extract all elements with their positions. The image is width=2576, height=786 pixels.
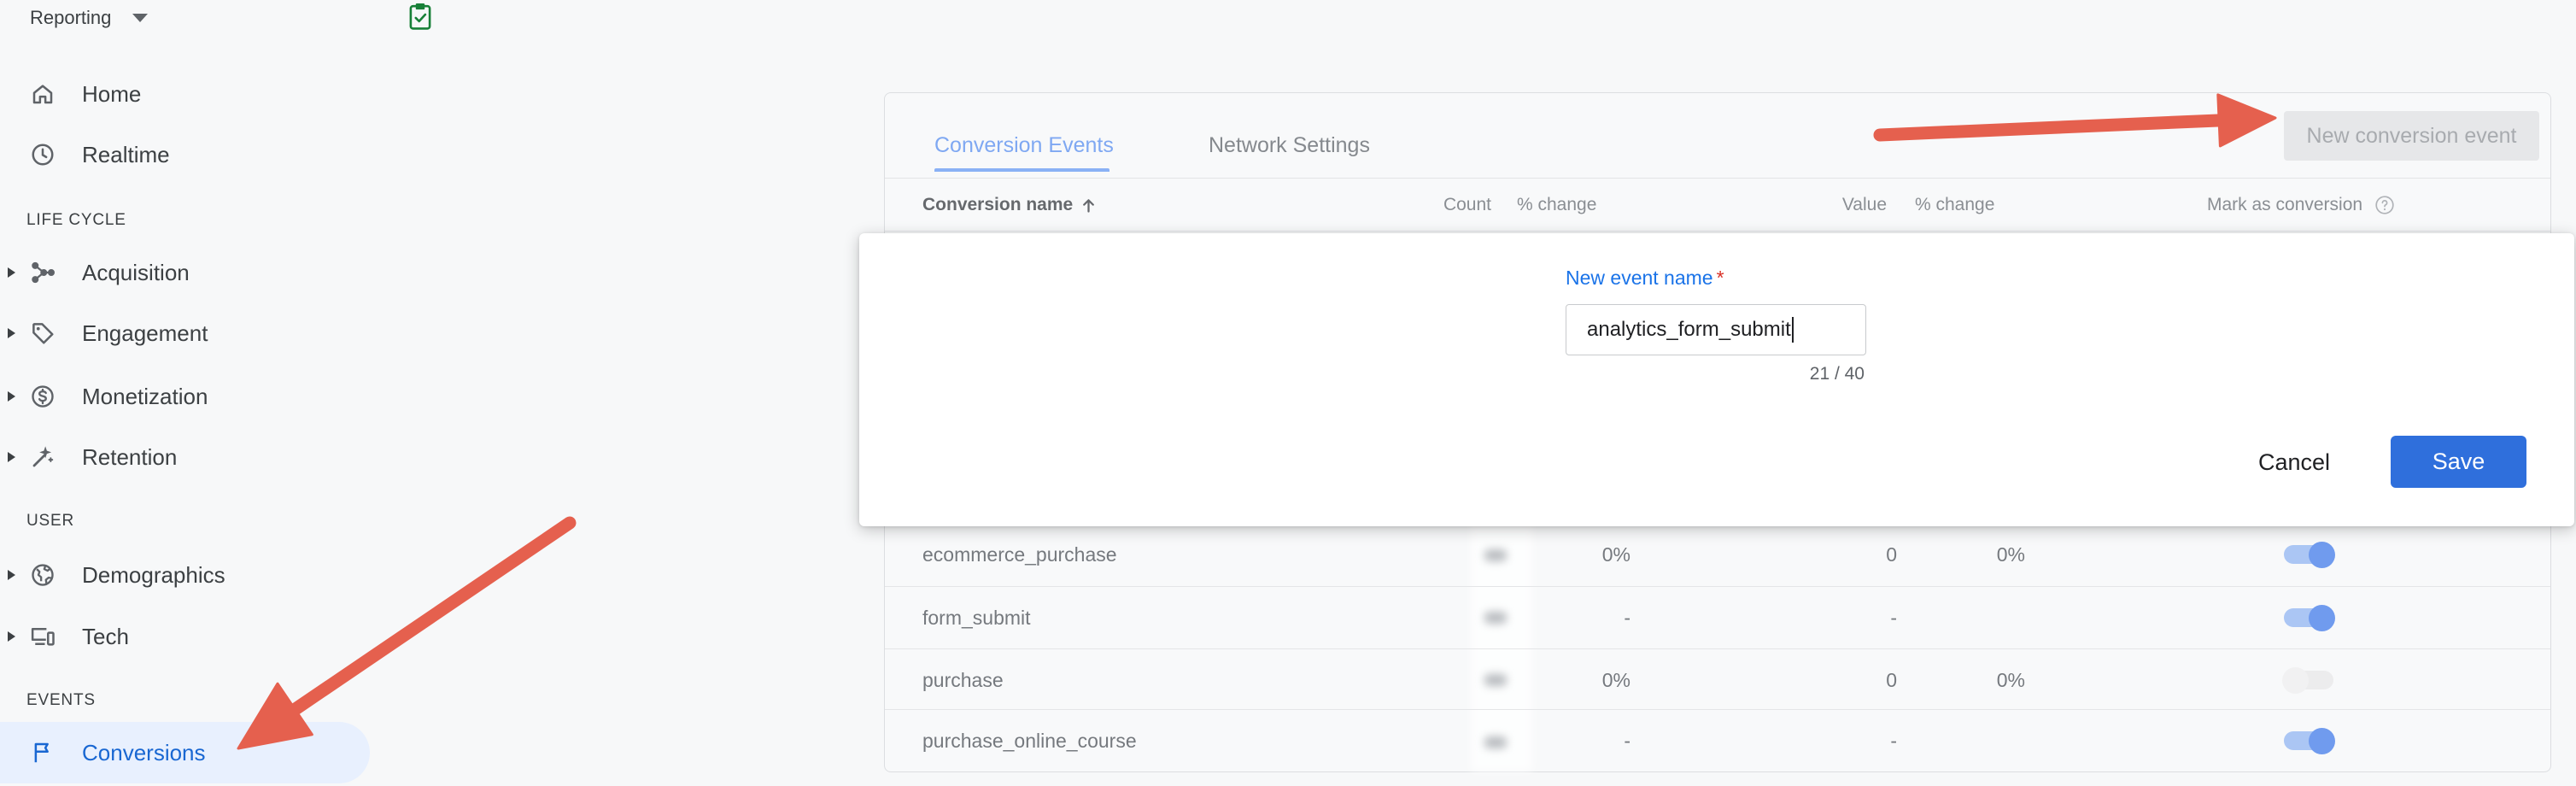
sidebar-item-label: Monetization [82, 384, 208, 409]
caret-right-icon[interactable] [8, 391, 15, 402]
event-name-label: New event name * [1566, 266, 1724, 290]
section-title-user: USER [26, 512, 74, 530]
new-conversion-event-button[interactable]: New conversion event [2284, 111, 2539, 161]
table-row: purchase 0% 0 0% [885, 648, 2550, 711]
sidebar-item-label: Home [82, 81, 142, 107]
conversion-name: form_submit [922, 607, 1031, 629]
column-header-count-change[interactable]: % change [1517, 194, 1596, 216]
sidebar-item-engagement[interactable]: Engagement [0, 302, 370, 364]
sidebar-item-realtime[interactable]: Realtime [0, 124, 370, 185]
section-title-life-cycle: LIFE CYCLE [26, 211, 126, 229]
count-change: 0% [1601, 669, 1630, 691]
tab-conversion-events[interactable]: Conversion Events [934, 131, 1114, 160]
help-circle-icon[interactable] [2374, 195, 2395, 215]
cancel-button[interactable]: Cancel [2243, 437, 2345, 488]
toggle-thumb [2309, 604, 2335, 631]
caret-right-icon[interactable] [8, 631, 15, 642]
caret-right-icon[interactable] [8, 452, 15, 462]
mark-as-conversion-toggle[interactable] [2282, 666, 2333, 694]
sidebar-item-label: Tech [82, 624, 129, 649]
sidebar-item-retention[interactable]: Retention [0, 426, 370, 488]
caret-right-icon[interactable] [8, 570, 15, 580]
home-icon [30, 81, 56, 107]
clock-icon [30, 142, 56, 167]
character-counter: 21 / 40 [1809, 364, 1865, 384]
flag-icon [30, 740, 56, 765]
toggle-thumb [2282, 666, 2309, 694]
count-change: - [1624, 730, 1630, 752]
globe-icon [30, 562, 56, 588]
count-change: 0% [1601, 543, 1630, 566]
sidebar-item-label: Realtime [82, 142, 170, 167]
value-change [1931, 587, 2025, 649]
toggle-thumb [2309, 727, 2335, 754]
arrow-upward-icon[interactable] [1080, 196, 1098, 214]
column-header-value-change[interactable]: % change [1915, 194, 1994, 216]
sidebar-item-label: Demographics [82, 562, 225, 588]
value: 0 [1886, 543, 1897, 566]
value-change [1931, 710, 2025, 772]
wand-icon [30, 444, 56, 470]
sidebar-item-acquisition[interactable]: Acquisition [0, 242, 370, 303]
acquisition-icon [30, 260, 56, 285]
table-row: ecommerce_purchase 0% 0 0% [885, 524, 2550, 586]
mark-as-conversion-toggle[interactable] [2284, 727, 2335, 754]
devices-icon [30, 624, 56, 649]
event-name-input[interactable]: analytics_form_submit [1566, 304, 1866, 355]
value-change: 0% [1996, 669, 2025, 691]
event-name-label-text: New event name [1566, 267, 1713, 289]
sidebar-item-tech[interactable]: Tech [0, 606, 370, 667]
toggle-thumb [2309, 541, 2335, 568]
conversion-name: purchase [922, 669, 1004, 691]
required-mark: * [1716, 267, 1724, 289]
tab-divider [885, 178, 2550, 179]
sidebar-item-label: Engagement [82, 320, 208, 346]
caret-right-icon[interactable] [8, 328, 15, 338]
mark-as-conversion-toggle[interactable] [2284, 541, 2335, 568]
sidebar: Home Realtime LIFE CYCLE Acquisition Eng… [0, 0, 376, 786]
column-header-value[interactable]: Value [1793, 194, 1887, 216]
clipboard-check-icon[interactable] [407, 2, 434, 31]
column-header-count[interactable]: Count [1397, 194, 1491, 216]
conversion-name: ecommerce_purchase [922, 543, 1117, 566]
sidebar-item-label: Retention [82, 444, 178, 470]
value: - [1890, 730, 1897, 752]
event-name-value: analytics_form_submit [1587, 318, 1791, 341]
count-change: - [1624, 607, 1630, 629]
tab-network-settings[interactable]: Network Settings [1209, 131, 1370, 160]
save-button[interactable]: Save [2391, 436, 2526, 488]
mark-as-conversion-toggle[interactable] [2284, 604, 2335, 631]
column-header-label: Conversion name [922, 195, 1074, 214]
value-change: 0% [1996, 543, 2025, 566]
sidebar-item-home[interactable]: Home [0, 63, 370, 125]
value: 0 [1886, 669, 1897, 691]
tab-indicator [934, 168, 1109, 172]
caret-right-icon[interactable] [8, 267, 15, 278]
column-header-mark-as-conversion: Mark as conversion [2207, 195, 2363, 214]
section-title-events: EVENTS [26, 691, 96, 709]
header-divider [885, 231, 2550, 232]
column-header-conversion-name[interactable]: Conversion name [922, 194, 1098, 216]
sidebar-item-conversions[interactable]: Conversions [0, 722, 370, 783]
conversion-name: purchase_online_course [922, 730, 1137, 752]
sidebar-item-demographics[interactable]: Demographics [0, 544, 370, 606]
sidebar-item-monetization[interactable]: Monetization [0, 366, 370, 427]
value: - [1890, 607, 1897, 629]
tag-icon [30, 320, 56, 346]
new-event-dialog: New event name * analytics_form_submit 21… [859, 233, 2574, 526]
table-row: purchase_online_course - - [885, 709, 2550, 771]
sidebar-item-label: Conversions [82, 740, 206, 765]
table-row: form_submit - - [885, 586, 2550, 648]
dollar-icon [30, 384, 56, 409]
text-cursor [1791, 317, 1794, 343]
sidebar-item-label: Acquisition [82, 260, 190, 285]
